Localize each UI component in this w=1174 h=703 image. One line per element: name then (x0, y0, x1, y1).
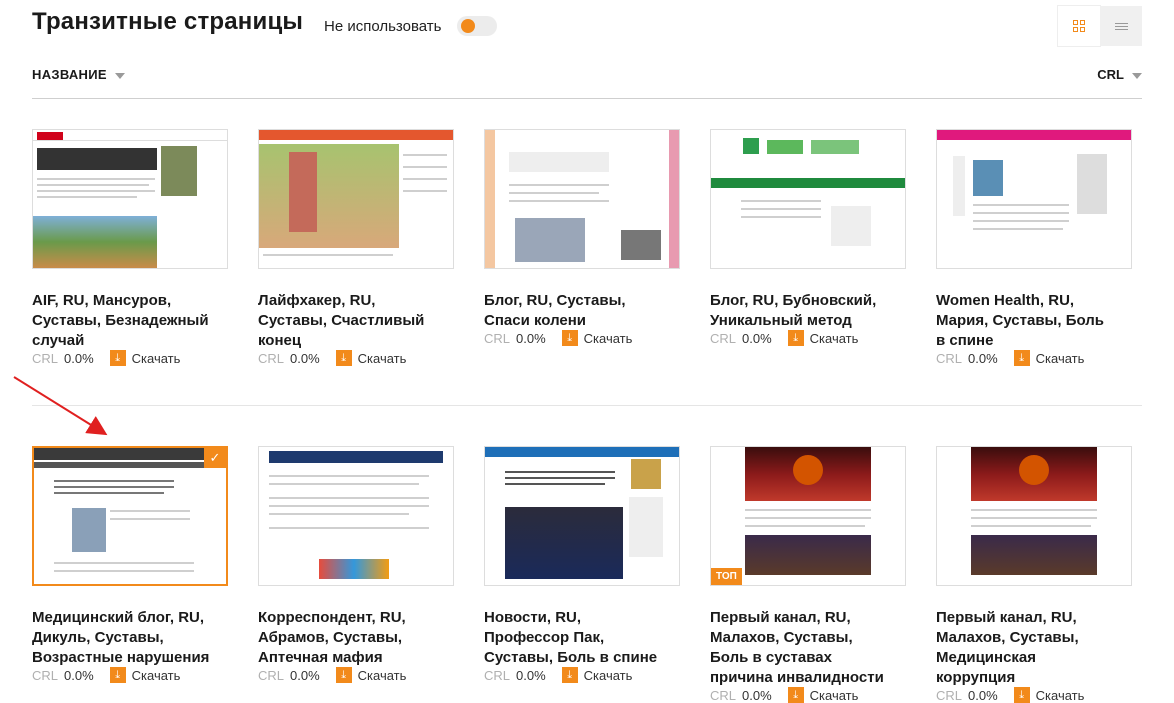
annotation-arrow-icon (13, 376, 108, 436)
